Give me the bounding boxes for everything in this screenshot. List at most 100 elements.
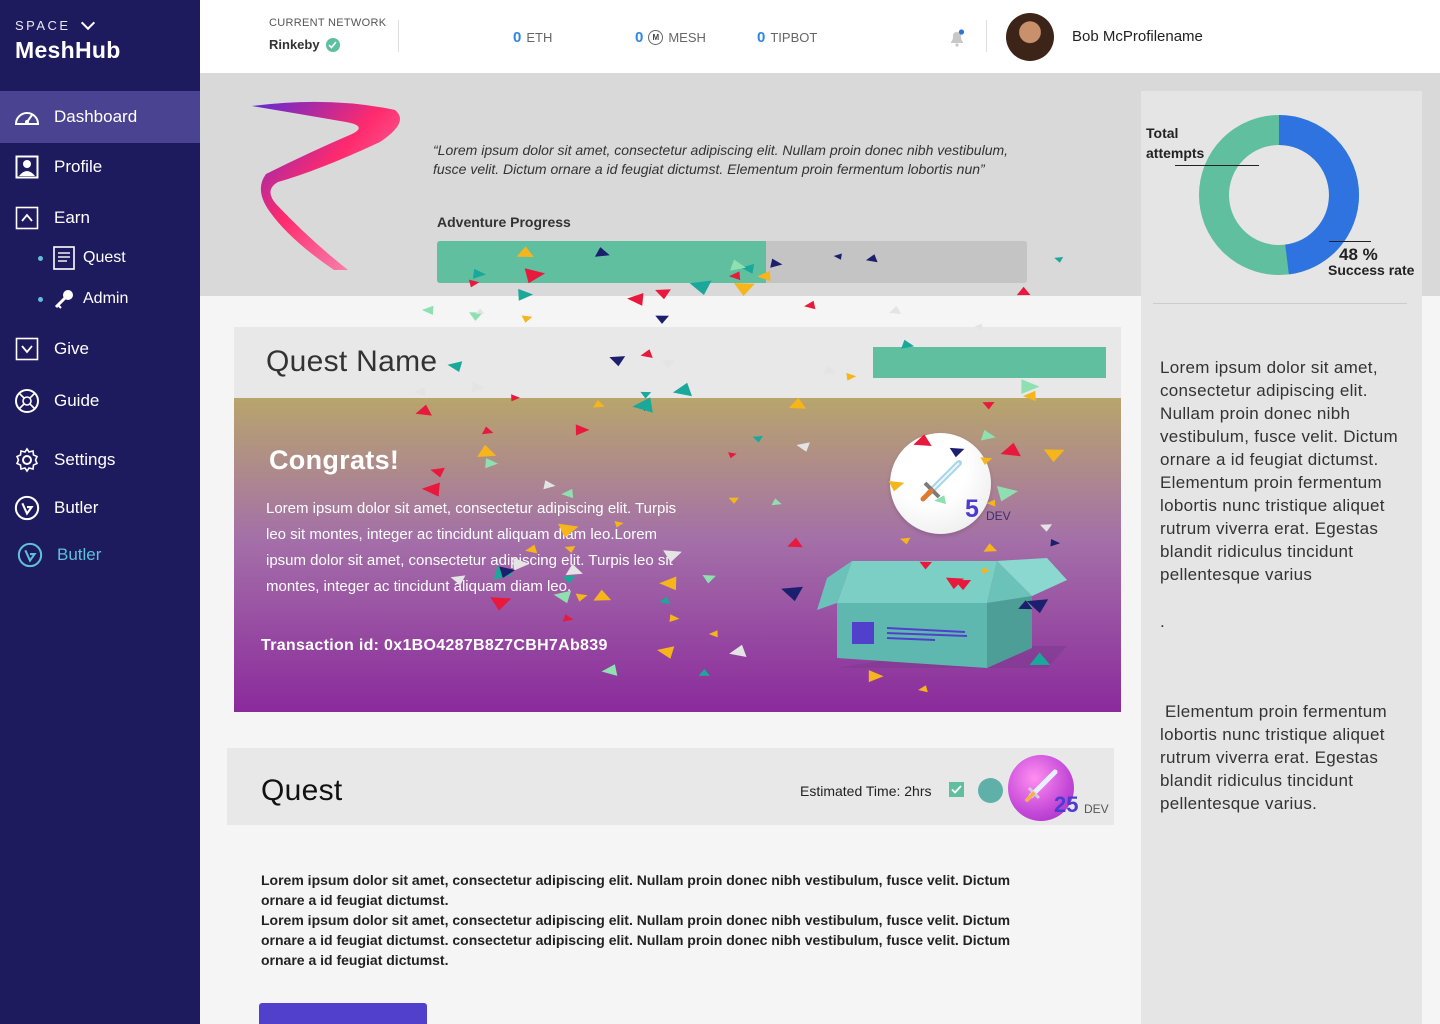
- compass-icon: [14, 388, 40, 414]
- reward-amount: 5: [965, 495, 979, 523]
- user-name[interactable]: Bob McProfilename: [1072, 28, 1203, 45]
- quest-title: Quest: [261, 774, 343, 807]
- network-label: CURRENT NETWORK: [269, 17, 387, 29]
- panel-paragraph-end: .: [1160, 612, 1166, 631]
- balance-amount: 0: [635, 29, 644, 46]
- mesh-coin-icon: M: [648, 30, 664, 45]
- balance-unit: TIPBOT: [770, 30, 818, 45]
- leader-line: [1175, 165, 1259, 166]
- confetti-piece: [469, 312, 483, 321]
- quest-card-header: Quest Name: [234, 327, 1121, 398]
- butler-icon: [17, 542, 43, 568]
- sidebar-item-label: Butler: [54, 498, 99, 517]
- sidebar-item-label: Admin: [83, 290, 129, 307]
- brand-logo: [250, 100, 405, 277]
- brand[interactable]: SPACE MeshHub: [15, 15, 121, 64]
- confetti-piece: [889, 306, 902, 314]
- quest-description-para: Lorem ipsum dolor sit amet, consectetur …: [261, 912, 1011, 968]
- checkbox-checked-icon[interactable]: [949, 782, 964, 797]
- divider: [986, 20, 987, 52]
- confetti-piece: [475, 308, 485, 314]
- transaction-id[interactable]: Transaction id: 0x1BO4287B8Z7CBH7Ab839: [261, 637, 608, 655]
- congrats-body: Lorem ipsum dolor sit amet, consectetur …: [266, 500, 677, 595]
- sidebar-item-label: Butler: [57, 545, 102, 564]
- confetti-piece: [655, 315, 669, 324]
- balance-eth: 0 ETH: [513, 29, 552, 46]
- start-quest-button[interactable]: [259, 1003, 427, 1024]
- confetti-piece: [804, 300, 816, 310]
- brand-name: MeshHub: [15, 37, 121, 63]
- panel-paragraph: Lorem ipsum dolor sit amet, consectetur …: [1160, 358, 1398, 584]
- open-box-illustration: [817, 558, 1067, 678]
- balance-unit: ETH: [526, 30, 553, 45]
- chevron-down-icon[interactable]: [80, 15, 95, 30]
- sidebar-item-butler[interactable]: Butler: [0, 486, 200, 530]
- progress-label: Adventure Progress: [437, 214, 571, 230]
- balance-mesh: 0 M MESH: [635, 29, 706, 46]
- sidebar-item-admin[interactable]: Admin: [0, 277, 200, 321]
- reward-unit: DEV: [1084, 802, 1109, 816]
- sidebar-item-guide[interactable]: Guide: [0, 379, 200, 423]
- bell-icon[interactable]: [948, 29, 966, 52]
- sidebar-item-profile[interactable]: Profile: [0, 145, 200, 189]
- top-header: CURRENT NETWORK Rinkeby 0 ETH 0 M MESH 0…: [200, 0, 1440, 73]
- balance-unit: MESH: [668, 30, 706, 45]
- network-selector[interactable]: Rinkeby: [269, 37, 340, 52]
- success-rate-label: Success rate: [1328, 262, 1415, 278]
- check-circle-icon: [325, 37, 340, 52]
- sidebar-item-quest[interactable]: Quest: [0, 236, 200, 280]
- congrats-panel: Congrats! Lorem ipsum dolor sit amet, co…: [234, 398, 1121, 712]
- key-icon: [53, 288, 75, 310]
- sidebar-item-give[interactable]: Give: [0, 327, 200, 371]
- sidebar-item-label: Dashboard: [54, 107, 138, 126]
- sidebar-item-label: Settings: [54, 450, 116, 469]
- adventure-progress-bar: [437, 241, 1027, 283]
- butler-icon: [14, 495, 40, 521]
- sidebar-item-dashboard[interactable]: Dashboard: [0, 91, 200, 143]
- network-value: Rinkeby: [269, 37, 320, 52]
- avatar[interactable]: [1006, 13, 1054, 61]
- gear-icon: [14, 447, 40, 473]
- divider: [398, 20, 399, 52]
- sidebar-item-butler-alt[interactable]: Butler: [0, 533, 200, 577]
- bullet-dot: [38, 255, 43, 261]
- reward-amount: 25: [1054, 792, 1079, 817]
- sidebar-item-label: Guide: [54, 391, 100, 410]
- quest-header: Quest Estimated Time: 2hrs 25 DEV: [227, 748, 1114, 825]
- divider: [1153, 303, 1407, 304]
- hero-quote: “Lorem ipsum dolor sit amet, consectetur…: [433, 142, 1009, 177]
- quest-description: Lorem ipsum dolor sit amet, consectetur …: [261, 870, 1051, 970]
- sidebar-item-label: Profile: [54, 157, 103, 176]
- reward-unit: DEV: [986, 509, 1011, 523]
- total-attempts-label: Total attempts: [1146, 125, 1205, 161]
- confetti-piece: [521, 315, 533, 323]
- confetti-piece: [421, 305, 434, 315]
- quest-description-para: Lorem ipsum dolor sit amet, consectetur …: [261, 872, 1011, 908]
- brand-space-label: SPACE: [15, 18, 71, 33]
- balance-amount: 0: [513, 29, 522, 46]
- status-dot: [978, 778, 1003, 803]
- sword-icon: [913, 453, 969, 514]
- sidebar-item-settings[interactable]: Settings: [0, 438, 200, 482]
- estimated-time: Estimated Time: 2hrs: [800, 783, 932, 799]
- balance-tipbot: 0 TIPBOT: [757, 29, 817, 46]
- sidebar-item-label: Earn: [54, 208, 90, 227]
- speedometer-icon: [14, 104, 40, 130]
- quest-status-bar: [873, 347, 1106, 378]
- sidebar-item-earn[interactable]: Earn: [0, 196, 200, 240]
- bullet-dot: [38, 296, 43, 302]
- user-icon: [14, 154, 40, 180]
- congrats-title: Congrats!: [269, 445, 400, 475]
- balance-amount: 0: [757, 29, 766, 46]
- leader-line: [1329, 241, 1371, 242]
- quest-body: Lorem ipsum dolor sit amet, consectetur …: [227, 825, 1114, 1024]
- chevron-up-box-icon: [14, 205, 40, 231]
- stats-panel: Total attempts 48 % Success rate Lorem i…: [1141, 91, 1422, 1024]
- quest-name: Quest Name: [266, 345, 438, 378]
- sidebar: SPACE MeshHub Dashboard Profile Earn Que…: [0, 0, 200, 1024]
- chevron-down-box-icon: [14, 336, 40, 362]
- document-icon: [53, 246, 75, 270]
- sidebar-item-label: Quest: [83, 249, 126, 266]
- panel-paragraph: Elementum proin fermentum lobortis nunc …: [1160, 702, 1393, 813]
- sidebar-item-label: Give: [54, 339, 89, 358]
